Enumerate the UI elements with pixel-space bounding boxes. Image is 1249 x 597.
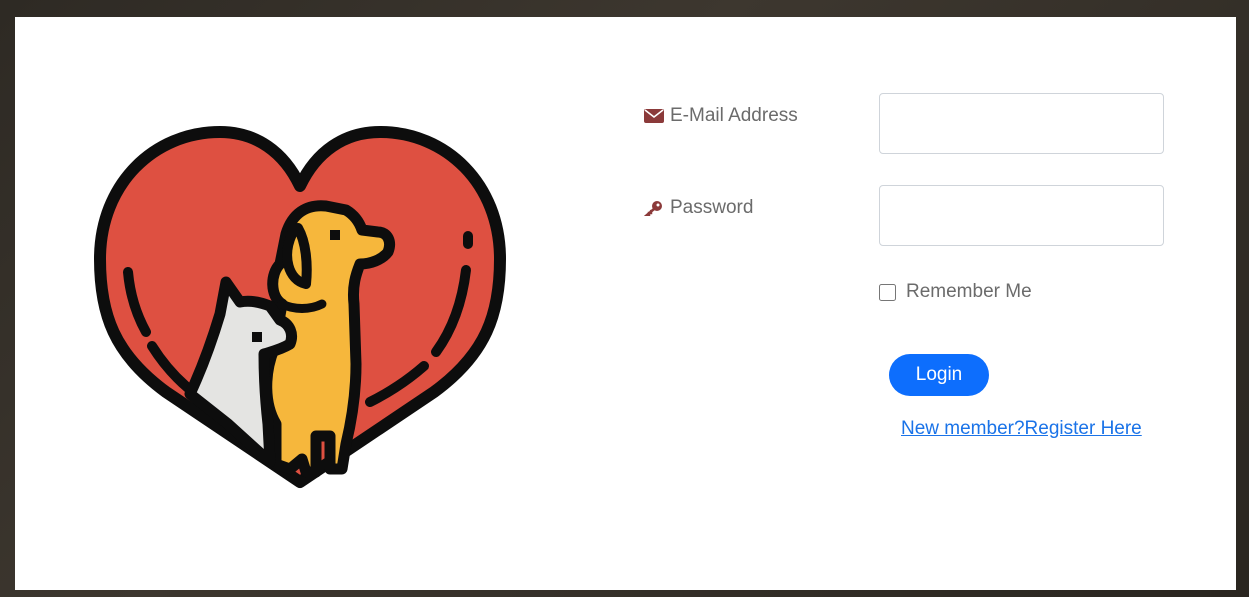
password-field[interactable] xyxy=(879,185,1164,246)
password-label: Password xyxy=(644,197,753,219)
login-button[interactable]: Login xyxy=(889,354,989,396)
remember-me-label: Remember Me xyxy=(906,281,1032,302)
remember-me: Remember Me xyxy=(879,281,1032,303)
envelope-icon xyxy=(644,109,664,123)
email-field[interactable] xyxy=(879,93,1164,154)
email-label: E-Mail Address xyxy=(644,105,798,127)
register-link[interactable]: New member?Register Here xyxy=(901,418,1142,440)
remember-me-checkbox[interactable] xyxy=(879,283,896,301)
key-icon xyxy=(644,201,662,216)
email-label-text: E-Mail Address xyxy=(670,105,798,126)
pets-heart-logo xyxy=(94,126,506,488)
password-label-text: Password xyxy=(670,197,754,218)
